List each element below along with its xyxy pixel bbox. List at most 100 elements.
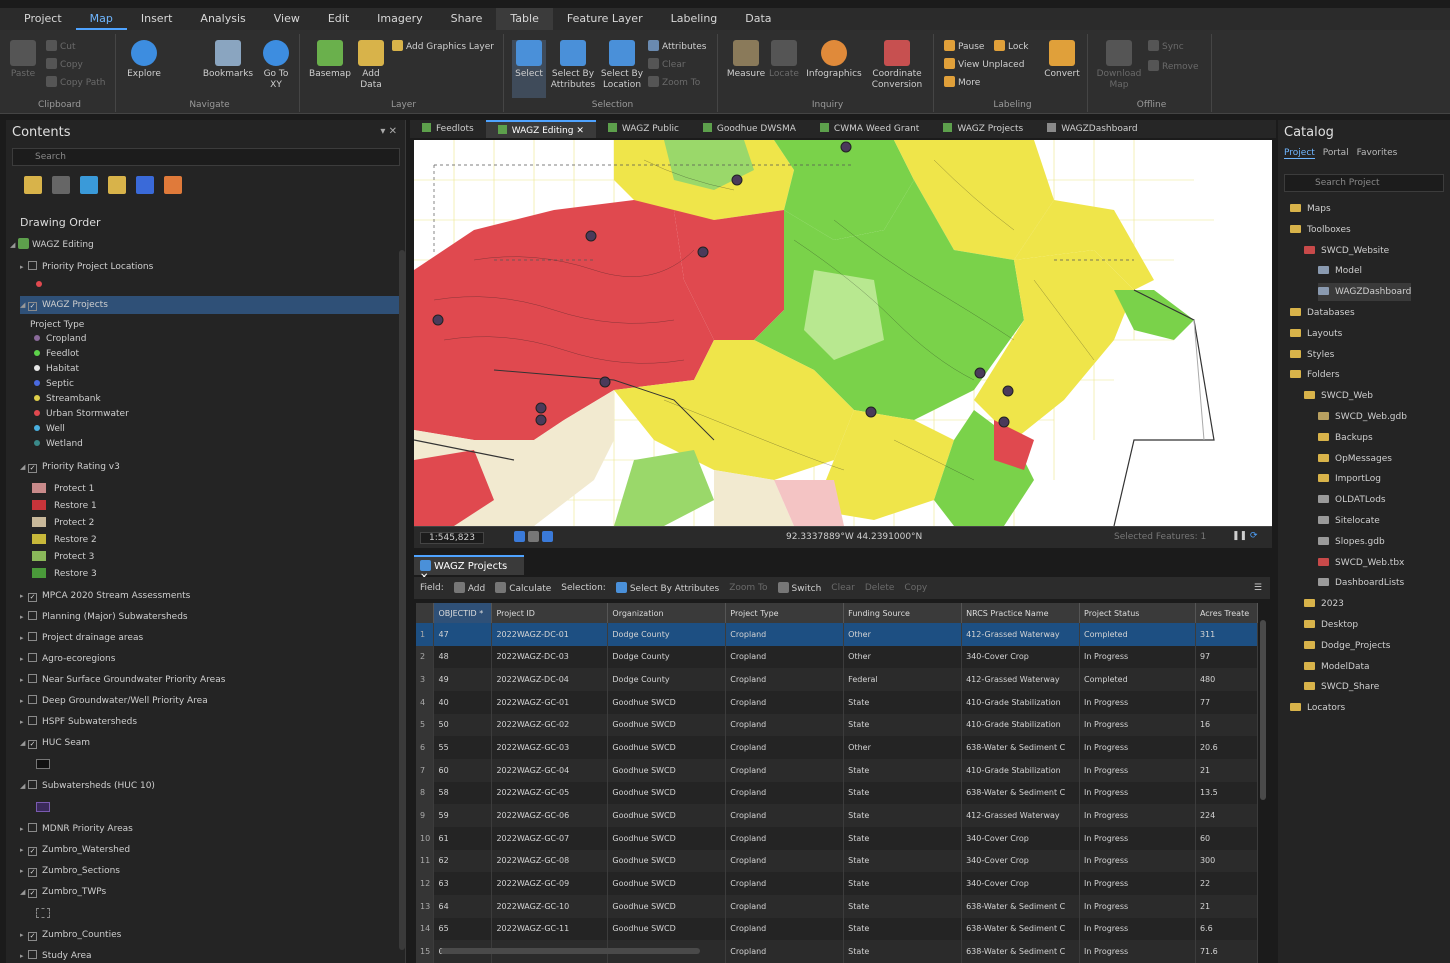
layer-hspf[interactable]: ▸ HSPF Subwatersheds <box>20 713 404 731</box>
row-number[interactable]: 7 <box>416 758 435 782</box>
table-cell[interactable]: 49 <box>433 668 493 691</box>
list-by-drawing-order-icon[interactable] <box>24 176 42 194</box>
table-menu-icon[interactable]: ☰ <box>1254 583 1262 593</box>
visibility-checkbox[interactable]: ✓ <box>28 932 37 941</box>
add-graphics-layer-button[interactable]: Add Graphics Layer <box>392 40 494 52</box>
menu-view[interactable]: View <box>260 8 314 30</box>
table-cell[interactable]: Cropland <box>725 758 845 782</box>
table-cell[interactable]: 638-Water & Sediment C <box>961 736 1081 759</box>
catalog-item[interactable]: SWCD_Share <box>1304 678 1379 696</box>
table-cell[interactable]: 77 <box>1195 690 1258 714</box>
catalog-item[interactable]: Dodge_Projects <box>1304 637 1390 655</box>
select-by-location-button[interactable]: Select By Location <box>600 40 644 91</box>
row-number[interactable]: 8 <box>416 781 435 805</box>
table-cell[interactable]: Goodhue SWCD <box>607 736 727 759</box>
table-vertical-scrollbar[interactable] <box>1260 620 1266 800</box>
select-button[interactable]: Select <box>512 40 546 98</box>
download-map-button[interactable]: Download Map <box>1096 40 1142 91</box>
catalog-item[interactable]: Locators <box>1290 699 1345 717</box>
table-cell[interactable]: Goodhue SWCD <box>607 917 727 941</box>
table-cell[interactable]: Other <box>843 623 963 646</box>
visibility-checkbox[interactable] <box>28 611 37 620</box>
scale-selector[interactable]: 1:545,823 <box>420 532 484 544</box>
table-cell[interactable]: Goodhue SWCD <box>607 826 727 850</box>
list-by-labeling-icon[interactable] <box>164 176 182 194</box>
clear-selection-button[interactable]: Clear <box>648 58 686 70</box>
delete-button[interactable]: Delete <box>865 583 895 593</box>
table-cell[interactable]: 62 <box>433 849 493 873</box>
catalog-tab-portal[interactable]: Portal <box>1323 148 1349 159</box>
table-cell[interactable]: Other <box>843 736 963 759</box>
row-number[interactable]: 2 <box>416 645 435 669</box>
table-cell[interactable]: In Progress <box>1079 645 1196 669</box>
add-data-button[interactable]: Add Data <box>354 40 388 91</box>
table-cell[interactable]: 638-Water & Sediment C <box>961 781 1081 805</box>
infographics-button[interactable]: Infographics <box>804 40 864 80</box>
table-cell[interactable]: Goodhue SWCD <box>607 713 727 737</box>
column-project-status[interactable]: Project Status <box>1079 603 1196 623</box>
table-cell[interactable]: Goodhue SWCD <box>607 781 727 805</box>
table-row[interactable]: 10 61 2022WAGZ-GC-07 Goodhue SWCD Cropland St… <box>416 826 1258 850</box>
table-cell[interactable]: 340-Cover Crop <box>961 849 1081 873</box>
tab-wagz-public[interactable]: WAGZ Public <box>596 120 691 138</box>
catalog-item[interactable]: 2023 <box>1304 595 1344 613</box>
table-cell[interactable]: 2022WAGZ-GC-07 <box>491 826 609 850</box>
table-cell[interactable]: Cropland <box>725 736 845 759</box>
table-cell[interactable]: Cropland <box>725 849 845 873</box>
layer-wagz-projects[interactable]: ◢ ✓ WAGZ Projects <box>20 296 404 314</box>
visibility-checkbox[interactable]: ✓ <box>28 847 37 856</box>
catalog-item[interactable]: SWCD_Web <box>1304 387 1373 405</box>
list-by-snapping-icon[interactable] <box>136 176 154 194</box>
map-nav-tools[interactable] <box>514 531 556 543</box>
table-cell[interactable]: Cropland <box>725 826 845 850</box>
table-cell[interactable]: Goodhue SWCD <box>607 849 727 873</box>
table-cell[interactable]: Cropland <box>725 917 845 941</box>
layer-zumbro-counties[interactable]: ▸ ✓ Zumbro_Counties <box>20 926 404 944</box>
catalog-item[interactable]: Sitelocate <box>1318 512 1380 530</box>
table-cell[interactable]: 21 <box>1195 894 1258 918</box>
table-row[interactable]: 4 40 2022WAGZ-GC-01 Goodhue SWCD Cropland Sta… <box>416 690 1258 714</box>
table-row[interactable]: 1 47 2022WAGZ-DC-01 Dodge County Cropland Oth… <box>416 623 1258 646</box>
table-cell[interactable]: Cropland <box>725 872 845 895</box>
column-objectid[interactable]: OBJECTID * <box>433 603 493 623</box>
visibility-checkbox[interactable] <box>28 261 37 270</box>
attribute-table-tab[interactable]: WAGZ Projects ✕ <box>414 555 524 583</box>
visibility-checkbox[interactable] <box>28 950 37 959</box>
menu-map[interactable]: Map <box>75 8 127 30</box>
column-project-id[interactable]: Project ID <box>491 603 609 623</box>
catalog-item[interactable]: ModelData <box>1304 658 1370 676</box>
table-cell[interactable]: 20.6 <box>1195 736 1258 759</box>
coordinate-conversion-button[interactable]: Coordinate Conversion <box>868 40 926 91</box>
table-cell[interactable]: State <box>843 894 963 918</box>
table-cell[interactable]: 2022WAGZ-GC-03 <box>491 736 609 759</box>
visibility-checkbox[interactable]: ✓ <box>28 889 37 898</box>
table-cell[interactable]: 311 <box>1195 623 1258 646</box>
lock-labels-button[interactable]: Lock <box>994 40 1029 52</box>
table-cell[interactable]: 58 <box>433 781 493 805</box>
table-row[interactable]: 11 62 2022WAGZ-GC-08 Goodhue SWCD Cropland St… <box>416 849 1258 873</box>
table-cell[interactable]: State <box>843 781 963 805</box>
table-row[interactable]: 3 49 2022WAGZ-DC-04 Dodge County Cropland Fed… <box>416 668 1258 691</box>
copy-button[interactable]: Copy <box>904 583 927 593</box>
table-cell[interactable]: Cropland <box>725 645 845 669</box>
table-cell[interactable]: State <box>843 690 963 714</box>
explore-button[interactable]: Explore <box>124 40 164 80</box>
pause-drawing-icon[interactable]: ❚❚ <box>1232 531 1247 541</box>
table-row[interactable]: 12 63 2022WAGZ-GC-09 Goodhue SWCD Cropland St… <box>416 872 1258 895</box>
row-number[interactable]: 6 <box>416 736 435 759</box>
layer-agro-ecoregions[interactable]: ▸ Agro-ecoregions <box>20 650 404 668</box>
table-cell[interactable]: In Progress <box>1079 804 1196 827</box>
tab-wagz-editing[interactable]: WAGZ Editing ✕ <box>485 120 596 138</box>
copy-path-button[interactable]: Copy Path <box>46 76 105 88</box>
layer-subwatersheds-huc10[interactable]: ◢ Subwatersheds (HUC 10) <box>20 777 404 795</box>
table-cell[interactable]: 61 <box>433 826 493 850</box>
visibility-checkbox[interactable]: ✓ <box>28 740 37 749</box>
catalog-tab-favorites[interactable]: Favorites <box>1357 148 1398 159</box>
table-cell[interactable]: In Progress <box>1079 713 1196 737</box>
remove-button[interactable]: Remove <box>1148 60 1199 72</box>
table-cell[interactable]: 2022WAGZ-DC-01 <box>491 623 609 646</box>
view-unplaced-button[interactable]: View Unplaced <box>944 58 1024 70</box>
table-cell[interactable]: Completed <box>1079 623 1196 646</box>
contents-scrollbar[interactable] <box>399 250 405 950</box>
row-number[interactable]: 1 <box>416 623 435 646</box>
